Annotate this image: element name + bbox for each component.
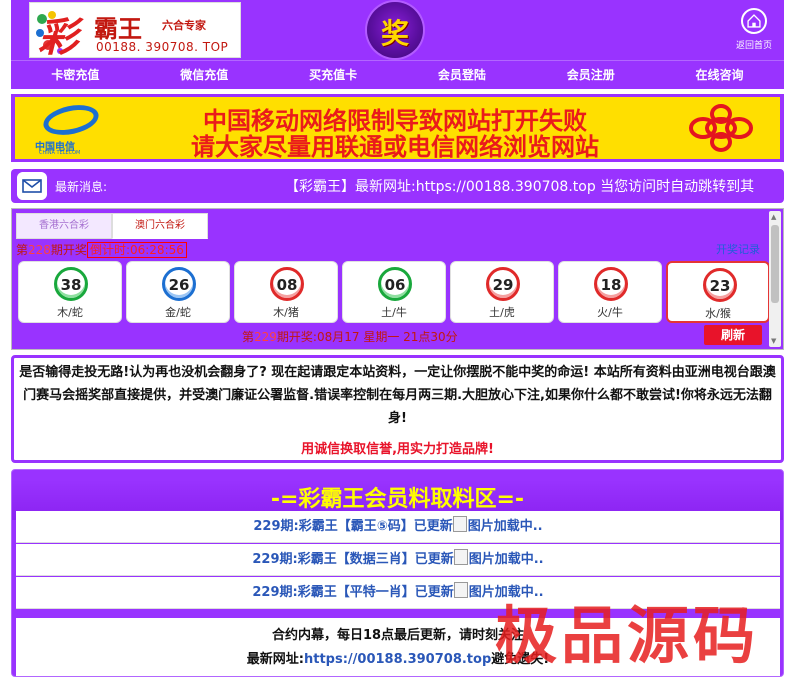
countdown: 倒计时:06:28:56: [86, 242, 187, 258]
ball-zodiac: 木/猪: [273, 306, 299, 319]
current-draw-info: 第228期开奖 倒计时:06:28:56: [16, 241, 187, 258]
draw-prefix: 第: [16, 243, 29, 257]
nav-member-register[interactable]: 会员注册: [526, 61, 655, 89]
nav-member-login[interactable]: 会员登陆: [397, 61, 526, 89]
ball-zodiac: 土/牛: [381, 306, 407, 319]
ball-zodiac: 木/蛇: [57, 306, 83, 319]
ball-number: 08: [270, 267, 304, 301]
prize-badge-char: 奖: [380, 17, 409, 50]
ball-number: 26: [162, 267, 196, 301]
ball-zodiac: 水/猴: [705, 307, 731, 320]
ball-number: 18: [594, 267, 628, 301]
logo-subtitle: 六合专家: [162, 19, 206, 32]
next-suffix: 期开奖:08月17 星期一 21点30分: [276, 330, 458, 344]
ball-card: 26 金/蛇: [126, 261, 230, 323]
ball-number: 38: [54, 267, 88, 301]
ball-zodiac: 土/虎: [489, 306, 515, 319]
logo-cai-char: 彩: [38, 14, 78, 61]
footer-url-prefix: 最新网址:: [246, 652, 304, 667]
china-telecom-logo: 中国电信 CHINA TELECOM: [29, 100, 109, 156]
telecom-ring-shape: [40, 100, 102, 140]
member-item[interactable]: 229期:彩霸王【霸王⑤码】已更新 图片加载中..: [16, 511, 780, 543]
scroll-thumb[interactable]: [771, 225, 779, 303]
next-prefix: 第: [242, 330, 255, 344]
lottery-panel: 香港六合彩 澳门六合彩 第228期开奖 倒计时:06:28:56 开奖记录 38 木…: [11, 208, 784, 350]
network-notice-banner: 中国电信 CHINA TELECOM 中国移动网络限制导致网站打开失败 请大家尽…: [11, 94, 784, 162]
ball-card: 29 土/虎: [450, 261, 554, 323]
refresh-button[interactable]: 刷新: [704, 325, 762, 345]
lottery-tabs: 香港六合彩 澳门六合彩: [16, 213, 208, 239]
member-item-text: 229期:彩霸王【平特一肖】已更新: [252, 585, 454, 600]
home-label: 返回首页: [735, 41, 772, 51]
main-nav: 卡密充值 微信充值 买充值卡 会员登陆 会员注册 在线咨询: [11, 60, 784, 89]
special-ball-number: 23: [703, 268, 737, 302]
nav-buy-card[interactable]: 买充值卡: [269, 61, 398, 89]
ball-number: 29: [486, 267, 520, 301]
banner-panel: 中国电信 CHINA TELECOM 中国移动网络限制导致网站打开失败 请大家尽…: [15, 97, 780, 159]
ball-zodiac: 火/牛: [597, 306, 623, 319]
china-unicom-logo: [689, 104, 753, 152]
ball-card: 38 木/蛇: [18, 261, 122, 323]
ball-zodiac: 金/蛇: [165, 306, 191, 319]
logo-url: 00188. 390708. TOP: [96, 40, 229, 54]
news-text[interactable]: 【彩霸王】最新网址:https://00188.390708.top 当您访问时…: [285, 176, 754, 196]
draw-history-link[interactable]: 开奖记录: [716, 241, 760, 257]
scroll-down-icon[interactable]: ▼: [771, 337, 776, 345]
member-item[interactable]: 229期:彩霸王【数据三肖】已更新 图片加载中..: [16, 544, 780, 576]
lottery-content: 第228期开奖 倒计时:06:28:56 开奖记录 38 木/蛇 26 金/蛇 08 木…: [16, 239, 770, 347]
home-icon: [741, 8, 767, 34]
site-header: 彩 霸王 六合专家 00188. 390708. TOP 奖 返回首页: [11, 0, 784, 61]
draw-suffix: 期开奖: [50, 243, 87, 257]
image-placeholder: 图片加载中..: [454, 552, 544, 567]
tab-macau[interactable]: 澳门六合彩: [112, 213, 208, 239]
tab-hongkong[interactable]: 香港六合彩: [16, 213, 112, 239]
intro-text: 是否输得走投无路!认为再也没机会翻身了? 现在起请跟定本站资料，一定让你摆脱不能…: [19, 365, 776, 426]
lottery-scrollbar[interactable]: ▲ ▼: [769, 211, 781, 347]
next-draw-info: 第229期开奖:08月17 星期一 21点30分: [242, 328, 458, 345]
member-item-text: 229期:彩霸王【霸王⑤码】已更新: [253, 519, 453, 534]
nav-online-consult[interactable]: 在线咨询: [655, 61, 784, 89]
image-placeholder: 图片加载中..: [453, 519, 543, 534]
telecom-en-label: CHINA TELECOM: [39, 150, 81, 156]
news-label: 最新消息:: [55, 180, 108, 194]
special-ball-card: 23 水/猴: [666, 261, 770, 323]
image-placeholder: 图片加载中..: [454, 585, 544, 600]
intro-box: 是否输得走投无路!认为再也没机会翻身了? 现在起请跟定本站资料，一定让你摆脱不能…: [11, 355, 784, 463]
scroll-up-icon[interactable]: ▲: [771, 213, 776, 221]
nav-wechat-recharge[interactable]: 微信充值: [140, 61, 269, 89]
nav-card-recharge[interactable]: 卡密充值: [11, 61, 140, 89]
mail-icon: [17, 172, 47, 200]
banner-line-2: 请大家尽量用联通或电信网络浏览网站: [191, 132, 599, 159]
footer-url-link[interactable]: https://00188.390708.top: [304, 652, 491, 667]
watermark-text: 极品源码: [495, 599, 760, 672]
news-ticker: 最新消息: 【彩霸王】最新网址:https://00188.390708.top…: [11, 169, 784, 203]
ball-row: 38 木/蛇 26 金/蛇 08 木/猪 06 土/牛 29 土/虎 18 火/牛 23 水/…: [18, 261, 770, 323]
site-logo[interactable]: 彩 霸王 六合专家 00188. 390708. TOP: [29, 2, 241, 61]
ball-number: 06: [378, 267, 412, 301]
prize-badge-icon: 奖: [367, 2, 423, 58]
next-issue: 229: [254, 330, 277, 344]
current-issue: 228: [28, 243, 51, 257]
member-item-text: 229期:彩霸王【数据三肖】已更新: [252, 552, 454, 567]
intro-slogan: 用诚信换取信誉,用实力打造品牌!: [301, 442, 494, 457]
ball-card: 06 土/牛: [342, 261, 446, 323]
logo-name: 霸王: [94, 14, 142, 43]
home-button[interactable]: 返回首页: [729, 8, 779, 58]
ball-card: 18 火/牛: [558, 261, 662, 323]
ball-card: 08 木/猪: [234, 261, 338, 323]
